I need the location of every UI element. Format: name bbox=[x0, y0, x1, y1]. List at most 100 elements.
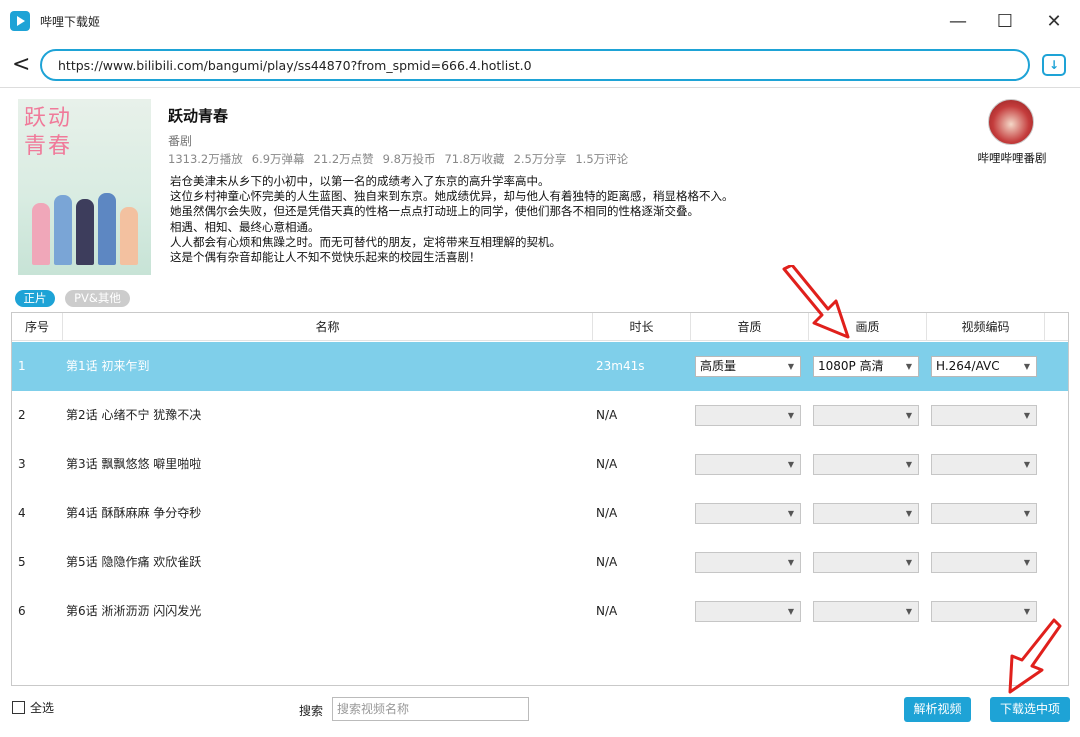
quality-select[interactable]: ▼ bbox=[813, 552, 919, 573]
row-name: 第4话 酥酥麻麻 争分夺秒 bbox=[66, 506, 202, 520]
row-index: 1 bbox=[18, 359, 26, 373]
header-index: 序号 bbox=[12, 313, 63, 341]
row-name: 第2话 心绪不宁 犹豫不决 bbox=[66, 408, 202, 422]
chevron-down-icon: ▼ bbox=[1023, 460, 1030, 469]
codec-select[interactable]: ▼ bbox=[931, 503, 1037, 524]
parse-video-button[interactable]: 解析视频 bbox=[904, 697, 971, 722]
table-row[interactable]: 1 第1话 初来乍到 23m41s 高质量 ▼ 1080P 高清 ▼ H.264/A… bbox=[12, 342, 1068, 391]
stat-favorites: 71.8万收藏 bbox=[444, 152, 505, 166]
codec-select[interactable]: H.264/AVC ▼ bbox=[931, 356, 1037, 377]
video-stats: 1313.2万播放 6.9万弹幕 21.2万点赞 9.8万投币 71.8万收藏 … bbox=[168, 151, 628, 167]
chevron-down-icon: ▼ bbox=[787, 607, 794, 616]
codec-select[interactable]: ▼ bbox=[931, 405, 1037, 426]
cover-figure bbox=[76, 199, 94, 265]
title-bar: 哔哩下载姬 — ☐ ✕ bbox=[0, 0, 1080, 42]
cover-figure bbox=[32, 203, 50, 265]
table-row[interactable]: 2 第2话 心绪不宁 犹豫不决 N/A ▼ ▼ ▼ bbox=[12, 391, 1068, 440]
chevron-down-icon: ▼ bbox=[905, 411, 912, 420]
description-line: 这位乡村神童心怀完美的人生蓝图、独自来到东京。她成绩优异，却与他人有着独特的距离… bbox=[170, 189, 734, 204]
chevron-down-icon: ▼ bbox=[787, 509, 794, 518]
maximize-button[interactable]: ☐ bbox=[983, 7, 1027, 35]
video-info-panel: 跃动 青春 跃动青春 番剧 1313.2万播放 6.9万弹幕 21.2万点赞 9.… bbox=[0, 89, 1080, 285]
table-header: 序号 名称 时长 音质 画质 视频编码 bbox=[12, 313, 1068, 341]
row-index: 3 bbox=[18, 457, 26, 471]
select-all-label[interactable]: 全选 bbox=[30, 699, 54, 716]
quality-select[interactable]: ▼ bbox=[813, 601, 919, 622]
audio-select[interactable]: ▼ bbox=[695, 405, 801, 426]
quality-select[interactable]: ▼ bbox=[813, 405, 919, 426]
video-description: 岩仓美津未从乡下的小初中，以第一名的成绩考入了东京的高升学率高中。 这位乡村神童… bbox=[170, 174, 810, 265]
quality-select[interactable]: 1080P 高清 ▼ bbox=[813, 356, 919, 377]
quality-select[interactable]: ▼ bbox=[813, 454, 919, 475]
row-duration: N/A bbox=[596, 457, 618, 471]
chevron-down-icon: ▼ bbox=[905, 509, 912, 518]
cover-figure bbox=[98, 193, 116, 265]
row-duration: N/A bbox=[596, 604, 618, 618]
window-title: 哔哩下载姬 bbox=[40, 15, 101, 29]
search-label: 搜索 bbox=[299, 704, 324, 718]
description-line: 人人都会有心烦和焦躁之时。而无可替代的朋友，定将带来互相理解的契机。 bbox=[170, 234, 561, 249]
audio-select[interactable]: 高质量 ▼ bbox=[695, 356, 801, 377]
tab-pv-other[interactable]: PV&其他 bbox=[65, 290, 130, 307]
row-index: 5 bbox=[18, 555, 26, 569]
tab-main-episodes[interactable]: 正片 bbox=[15, 290, 55, 307]
chevron-down-icon: ▼ bbox=[905, 362, 912, 371]
row-index: 2 bbox=[18, 408, 26, 422]
row-name: 第5话 隐隐作痛 欢欣雀跃 bbox=[66, 555, 202, 569]
chevron-down-icon: ▼ bbox=[787, 362, 794, 371]
row-duration: N/A bbox=[596, 555, 618, 569]
close-button[interactable]: ✕ bbox=[1032, 7, 1076, 35]
uploader-avatar[interactable] bbox=[988, 99, 1034, 145]
quality-select[interactable]: ▼ bbox=[813, 503, 919, 524]
row-name: 第3话 飘飘悠悠 噼里啪啦 bbox=[66, 457, 202, 471]
annotation-arrow-icon bbox=[782, 265, 850, 339]
row-name: 第1话 初来乍到 bbox=[66, 359, 150, 373]
codec-select[interactable]: ▼ bbox=[931, 552, 1037, 573]
audio-select[interactable]: ▼ bbox=[695, 601, 801, 622]
row-duration: N/A bbox=[596, 506, 618, 520]
annotation-arrow-icon bbox=[1008, 618, 1062, 694]
audio-select[interactable]: ▼ bbox=[695, 503, 801, 524]
description-line: 相遇、相知、最终心意相通。 bbox=[170, 219, 320, 234]
audio-select[interactable]: ▼ bbox=[695, 552, 801, 573]
cover-image: 跃动 青春 bbox=[18, 99, 151, 275]
uploader-name[interactable]: 哔哩哔哩番剧 bbox=[962, 150, 1062, 166]
chevron-down-icon: ▼ bbox=[1023, 558, 1030, 567]
stat-plays: 1313.2万播放 bbox=[168, 152, 243, 166]
video-type: 番剧 bbox=[168, 134, 193, 148]
back-arrow-icon[interactable]: < bbox=[12, 52, 34, 78]
row-duration: 23m41s bbox=[596, 359, 645, 373]
cover-figure bbox=[120, 207, 138, 265]
description-line: 岩仓美津未从乡下的小初中，以第一名的成绩考入了东京的高升学率高中。 bbox=[170, 174, 550, 188]
header-name: 名称 bbox=[63, 313, 593, 341]
row-index: 6 bbox=[18, 604, 26, 618]
download-selected-button[interactable]: 下载选中项 bbox=[990, 697, 1070, 722]
row-name: 第6话 淅淅沥沥 闪闪发光 bbox=[66, 604, 202, 618]
select-all-checkbox[interactable] bbox=[12, 701, 25, 714]
codec-select[interactable]: ▼ bbox=[931, 454, 1037, 475]
chevron-down-icon: ▼ bbox=[1023, 411, 1030, 420]
chevron-down-icon: ▼ bbox=[905, 607, 912, 616]
header-codec: 视频编码 bbox=[927, 313, 1045, 341]
stat-coins: 9.8万投币 bbox=[382, 152, 436, 166]
description-line: 这是个偶有杂音却能让人不知不觉快乐起来的校园生活喜剧！ bbox=[170, 250, 481, 265]
description-line: 她虽然偶尔会失败，但还是凭借天真的性格一点点打动班上的同学，使他们那各不相同的性… bbox=[170, 204, 699, 219]
table-row[interactable]: 6 第6话 淅淅沥沥 闪闪发光 N/A ▼ ▼ ▼ bbox=[12, 587, 1068, 636]
stat-likes: 21.2万点赞 bbox=[313, 152, 374, 166]
minimize-button[interactable]: — bbox=[936, 7, 980, 35]
table-row[interactable]: 3 第3话 飘飘悠悠 噼里啪啦 N/A ▼ ▼ ▼ bbox=[12, 440, 1068, 489]
audio-select[interactable]: ▼ bbox=[695, 454, 801, 475]
quality-select-value: 1080P 高清 bbox=[818, 359, 884, 373]
table-row[interactable]: 4 第4话 酥酥麻麻 争分夺秒 N/A ▼ ▼ ▼ bbox=[12, 489, 1068, 538]
search-input[interactable] bbox=[332, 697, 529, 721]
codec-select-value: H.264/AVC bbox=[936, 359, 1000, 373]
stat-comments: 1.5万评论 bbox=[575, 152, 629, 166]
cover-title-art: 跃动 青春 bbox=[24, 106, 73, 159]
chevron-down-icon: ▼ bbox=[1023, 509, 1030, 518]
download-folder-icon[interactable]: ↓ bbox=[1042, 54, 1066, 76]
row-duration: N/A bbox=[596, 408, 618, 422]
episode-table: 序号 名称 时长 音质 画质 视频编码 1 第1话 初来乍到 23m41s 高质… bbox=[11, 312, 1069, 686]
table-row[interactable]: 5 第5话 隐隐作痛 欢欣雀跃 N/A ▼ ▼ ▼ bbox=[12, 538, 1068, 587]
url-input[interactable] bbox=[40, 49, 1030, 81]
chevron-down-icon: ▼ bbox=[905, 558, 912, 567]
